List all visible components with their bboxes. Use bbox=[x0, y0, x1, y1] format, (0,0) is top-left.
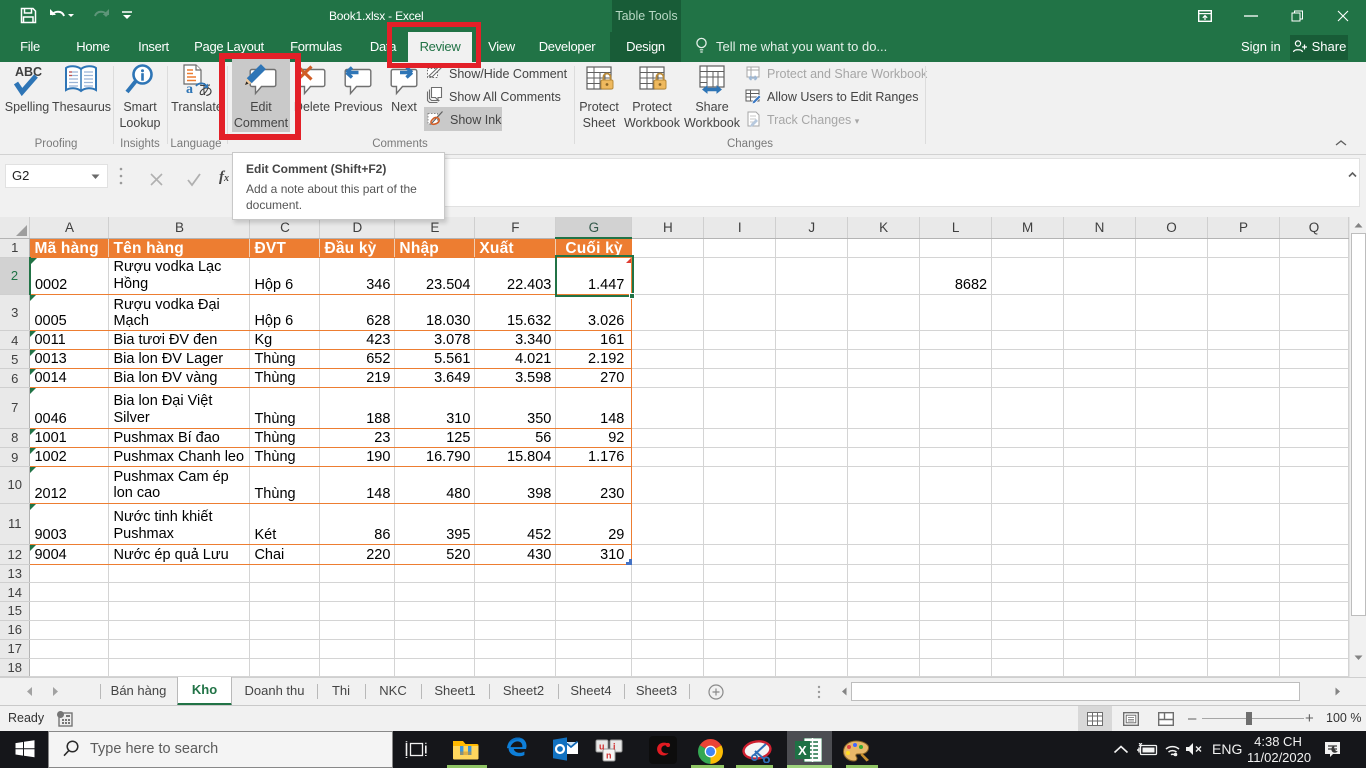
svg-text:i: i bbox=[613, 742, 616, 752]
svg-text:a: a bbox=[186, 82, 193, 96]
svg-text:n: n bbox=[606, 751, 612, 761]
svg-text:ABC: ABC bbox=[15, 65, 42, 79]
svg-text:u: u bbox=[599, 742, 605, 752]
svg-text:X: X bbox=[798, 743, 807, 758]
